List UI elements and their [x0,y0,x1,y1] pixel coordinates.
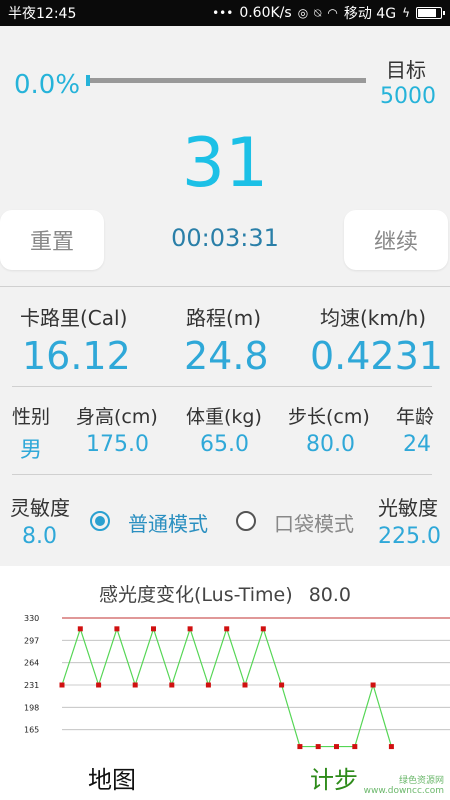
battery-icon [416,7,445,19]
distance-value: 24.8 [184,334,269,378]
step-count: 31 [181,124,269,203]
data-point [114,626,120,632]
data-point [187,626,193,632]
data-point [151,626,156,632]
data-point [242,682,248,688]
divider [12,474,432,475]
data-point [260,626,266,632]
sensitivity-label: 灵敏度 [10,496,70,520]
normal-mode-label[interactable]: 普通模式 [128,508,208,537]
watermark-line1: 绿色资源网 [398,776,444,786]
normal-mode-radio[interactable] [90,511,110,531]
y-tick-label: 330 [24,614,39,623]
bottom-nav: 地图 计步 绿色资源网 www.downcc.com [0,752,450,800]
gender-label: 性别 [12,406,51,428]
data-point [96,682,102,688]
light-chart-panel: 感光度变化(Lus-Time) 80.0 330 297 264 231 198 165 [0,566,450,752]
status-bar: 半夜12:45 ••• 0.60K/s ◎ ⍉ ◠ 移动 4G ϟ [0,0,450,26]
data-point [279,682,285,688]
sensitivity-value[interactable]: 8.0 [22,524,57,549]
y-tick-label: 231 [24,681,39,690]
weight-value[interactable]: 65.0 [200,432,249,457]
divider [0,286,450,287]
stride-label: 步长(cm) [288,406,370,428]
speed-label: 均速(km/h) [320,306,427,330]
progress-percent: 0.0% [14,70,81,100]
pedometer-header: 0.0% 目标 5000 31 重置 00:03:31 继续 [0,26,450,286]
calories-label: 卡路里(Cal) [20,306,128,330]
nav-map[interactable]: 地图 [88,760,136,795]
pocket-mode-label[interactable]: 口袋模式 [274,508,354,537]
y-tick-label: 165 [24,726,39,735]
data-point [334,744,339,750]
data-point [132,682,138,688]
alarm-off-icon: ⍉ [314,5,322,20]
continue-button[interactable]: 继续 [344,210,448,270]
distance-label: 路程(m) [186,306,262,330]
data-point [59,682,65,688]
speed-value: 0.4231 [310,334,443,378]
goal-value[interactable]: 5000 [380,84,436,109]
data-point [388,744,394,750]
age-label: 年龄 [396,406,435,428]
data-point [352,744,358,750]
data-point [315,744,321,750]
pocket-mode-radio[interactable] [236,511,256,531]
age-value[interactable]: 24 [403,432,431,457]
data-point [224,626,230,632]
wifi-icon: ◠ [327,6,338,20]
weight-label: 体重(kg) [186,406,262,428]
height-label: 身高(cm) [76,406,158,428]
series-line [61,626,392,748]
headset-icon: ◎ [297,6,309,20]
data-point [77,626,83,632]
status-time: 半夜12:45 [8,6,77,22]
data-point [297,744,303,750]
watermark-line2: www.downcc.com [363,786,444,796]
divider [12,386,432,387]
light-sensitivity-label: 光敏度 [378,496,438,520]
calories-value: 16.12 [22,334,131,378]
data-point [169,682,175,688]
stride-value[interactable]: 80.0 [306,432,355,457]
height-value[interactable]: 175.0 [86,432,149,457]
goal-progress-bar [86,75,366,86]
status-icons: ••• 0.60K/s ◎ ⍉ ◠ 移动 4G ϟ [212,3,445,23]
watermark: 绿色资源网 www.downcc.com [364,776,444,796]
carrier-label: 移动 4G [343,6,397,22]
network-speed: 0.60K/s [239,5,292,21]
data-point [205,682,211,688]
y-tick-label: 198 [24,703,39,712]
goal-progress-knob [86,75,90,86]
gender-value[interactable]: 男 [20,432,42,464]
goal-label: 目标 [386,58,426,82]
y-tick-label: 297 [24,636,39,645]
nav-steps[interactable]: 计步 [310,760,358,795]
data-point [370,682,376,688]
light-sensitivity-value[interactable]: 225.0 [378,524,441,549]
y-tick-label: 264 [24,659,39,668]
light-chart: 330 297 264 231 198 165 [24,614,450,750]
charging-icon: ϟ [402,6,410,20]
signal-dots-icon: ••• [212,6,234,20]
